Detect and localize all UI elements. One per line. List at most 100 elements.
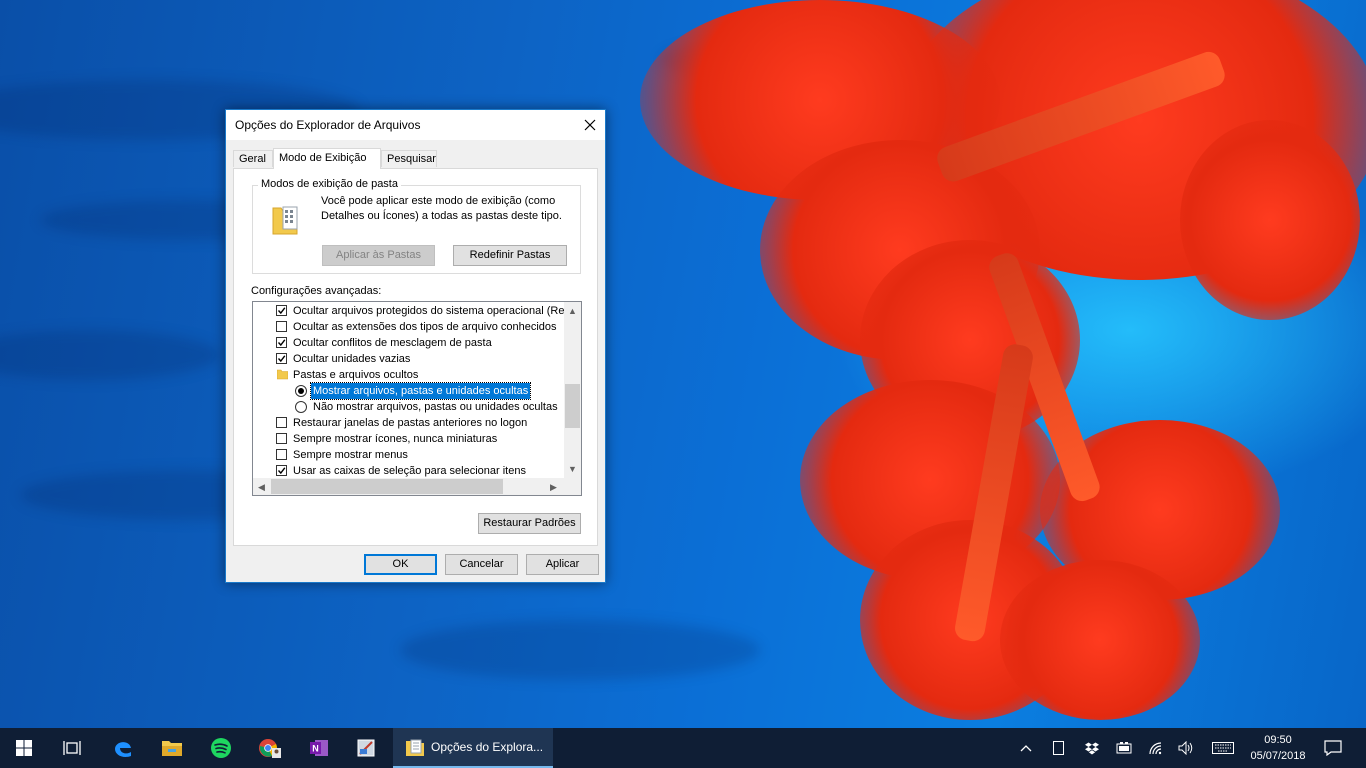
setting-label: Ocultar arquivos protegidos do sistema o… xyxy=(293,305,577,317)
folder-options-icon xyxy=(406,739,424,756)
list-item[interactable]: Ocultar unidades vazias xyxy=(253,351,564,367)
list-item[interactable]: Não mostrar arquivos, pastas ou unidades… xyxy=(253,399,564,415)
spotify-button[interactable] xyxy=(197,728,245,768)
tablet-tray-button[interactable] xyxy=(1046,728,1070,768)
checkbox-unchecked[interactable] xyxy=(276,417,287,428)
list-item[interactable]: Sempre mostrar ícones, nunca miniaturas xyxy=(253,431,564,447)
show-hidden-icons-button[interactable] xyxy=(1014,728,1038,768)
restore-defaults-button[interactable]: Restaurar Padrões xyxy=(478,513,581,534)
folder-icon xyxy=(277,369,288,380)
setting-label: Restaurar janelas de pastas anteriores n… xyxy=(293,417,528,429)
file-explorer-button[interactable] xyxy=(148,728,196,768)
horizontal-scroll-thumb[interactable] xyxy=(271,479,503,494)
dialog-titlebar[interactable]: Opções do Explorador de Arquivos xyxy=(226,110,605,140)
setting-group-label: Pastas e arquivos ocultos xyxy=(293,369,419,381)
checkbox-checked[interactable] xyxy=(276,465,287,476)
spotify-icon xyxy=(211,738,231,758)
setting-label: Mostrar arquivos, pastas e unidades ocul… xyxy=(309,382,532,400)
scroll-left-icon[interactable]: ◀ xyxy=(258,482,265,492)
snipping-tool-icon xyxy=(357,739,375,757)
task-view-icon xyxy=(63,741,81,755)
keyboard-tray-button[interactable] xyxy=(1210,728,1236,768)
scroll-down-icon[interactable]: ▼ xyxy=(568,464,577,474)
scroll-up-icon[interactable]: ▲ xyxy=(568,306,577,316)
clock-date: 05/07/2018 xyxy=(1250,750,1306,762)
ok-button[interactable]: OK xyxy=(364,554,437,575)
task-view-button[interactable] xyxy=(48,728,96,768)
advanced-settings-list: Ocultar arquivos protegidos do sistema o… xyxy=(253,302,576,479)
setting-label: Usar as caixas de seleção para seleciona… xyxy=(293,465,526,477)
wifi-icon xyxy=(1149,742,1162,755)
tab-modo-de-exibicao[interactable]: Modo de Exibição xyxy=(273,148,381,169)
edge-button[interactable] xyxy=(99,728,147,768)
tablet-icon xyxy=(1052,741,1064,755)
apply-to-folders-button[interactable]: Aplicar às Pastas xyxy=(322,245,435,266)
setting-label: Não mostrar arquivos, pastas ou unidades… xyxy=(313,401,558,413)
cancel-button[interactable]: Cancelar xyxy=(445,554,518,575)
setting-label: Ocultar as extensões dos tipos de arquiv… xyxy=(293,321,557,333)
volume-icon xyxy=(1178,741,1193,755)
file-explorer-icon xyxy=(162,741,182,756)
action-center-button[interactable] xyxy=(1320,728,1346,768)
checkbox-unchecked[interactable] xyxy=(276,433,287,444)
list-item[interactable]: Ocultar as extensões dos tipos de arquiv… xyxy=(253,319,564,335)
start-button[interactable] xyxy=(0,728,48,768)
folder-views-description: Você pode aplicar este modo de exibição … xyxy=(321,195,562,222)
battery-tray-button[interactable] xyxy=(1112,728,1136,768)
checkbox-checked[interactable] xyxy=(276,353,287,364)
system-clock[interactable]: 09:50 05/07/2018 xyxy=(1245,732,1311,764)
tab-pesquisar[interactable]: Pesquisar xyxy=(381,150,437,167)
vertical-scroll-thumb[interactable] xyxy=(565,384,580,428)
view-tab-panel: Modos de exibição de pasta Você pode apl… xyxy=(233,168,598,546)
checkbox-unchecked[interactable] xyxy=(276,321,287,332)
list-item[interactable]: Sempre mostrar menus xyxy=(253,447,564,463)
file-explorer-options-dialog: Opções do Explorador de Arquivos Geral M… xyxy=(225,109,606,583)
dropbox-icon xyxy=(1085,742,1099,754)
taskbar-active-app[interactable]: Opções do Explora... xyxy=(393,728,553,768)
list-item[interactable]: Mostrar arquivos, pastas e unidades ocul… xyxy=(253,382,564,400)
taskbar-app-title: Opções do Explora... xyxy=(431,740,544,754)
edge-icon xyxy=(115,742,131,758)
desktop-wallpaper xyxy=(0,0,1366,728)
radio-unchecked[interactable] xyxy=(295,401,307,413)
list-item[interactable]: Ocultar conflitos de mesclagem de pasta xyxy=(253,335,564,351)
apply-button[interactable]: Aplicar xyxy=(526,554,599,575)
reset-folders-button[interactable]: Redefinir Pastas xyxy=(453,245,567,266)
list-item: Pastas e arquivos ocultos xyxy=(253,367,564,383)
chrome-button[interactable] xyxy=(246,728,294,768)
list-item[interactable]: Restaurar janelas de pastas anteriores n… xyxy=(253,415,564,431)
setting-label: Sempre mostrar ícones, nunca miniaturas xyxy=(293,433,498,445)
scroll-right-icon[interactable]: ▶ xyxy=(550,482,557,492)
checkbox-unchecked[interactable] xyxy=(276,449,287,460)
checkbox-checked[interactable] xyxy=(276,305,287,316)
setting-label: Ocultar unidades vazias xyxy=(293,353,411,365)
advanced-settings-label: Configurações avançadas: xyxy=(251,285,382,297)
keyboard-icon xyxy=(1212,742,1234,754)
taskbar: N Opções do Explora... 09:50 05/07/2018 xyxy=(0,728,1366,768)
windows-start-icon xyxy=(16,740,32,756)
wifi-tray-button[interactable] xyxy=(1144,728,1168,768)
advanced-settings-tree: Ocultar arquivos protegidos do sistema o… xyxy=(252,301,582,496)
checkbox-checked[interactable] xyxy=(276,337,287,348)
clock-time: 09:50 xyxy=(1264,734,1292,746)
battery-icon xyxy=(1116,742,1132,754)
snipping-tool-button[interactable] xyxy=(342,728,390,768)
tab-geral[interactable]: Geral xyxy=(233,150,273,167)
volume-tray-button[interactable] xyxy=(1174,728,1198,768)
setting-label: Ocultar conflitos de mesclagem de pasta xyxy=(293,337,492,349)
radio-checked[interactable] xyxy=(295,385,307,397)
list-item[interactable]: Ocultar arquivos protegidos do sistema o… xyxy=(253,303,576,319)
setting-label: Sempre mostrar menus xyxy=(293,449,408,461)
dropbox-tray-button[interactable] xyxy=(1080,728,1104,768)
onenote-button[interactable]: N xyxy=(295,728,343,768)
horizontal-scrollbar[interactable]: ◀ ▶ xyxy=(253,478,581,495)
folder-views-icon xyxy=(272,206,298,235)
folder-views-group: Modos de exibição de pasta Você pode apl… xyxy=(252,178,581,274)
svg-text:N: N xyxy=(312,744,319,754)
list-item[interactable]: Usar as caixas de seleção para seleciona… xyxy=(253,463,564,479)
chevron-up-icon xyxy=(1020,745,1032,752)
close-button[interactable] xyxy=(575,110,605,140)
folder-views-label: Modos de exibição de pasta xyxy=(258,178,401,190)
close-icon xyxy=(584,119,596,131)
vertical-scrollbar[interactable]: ▲ ▼ xyxy=(564,302,581,478)
